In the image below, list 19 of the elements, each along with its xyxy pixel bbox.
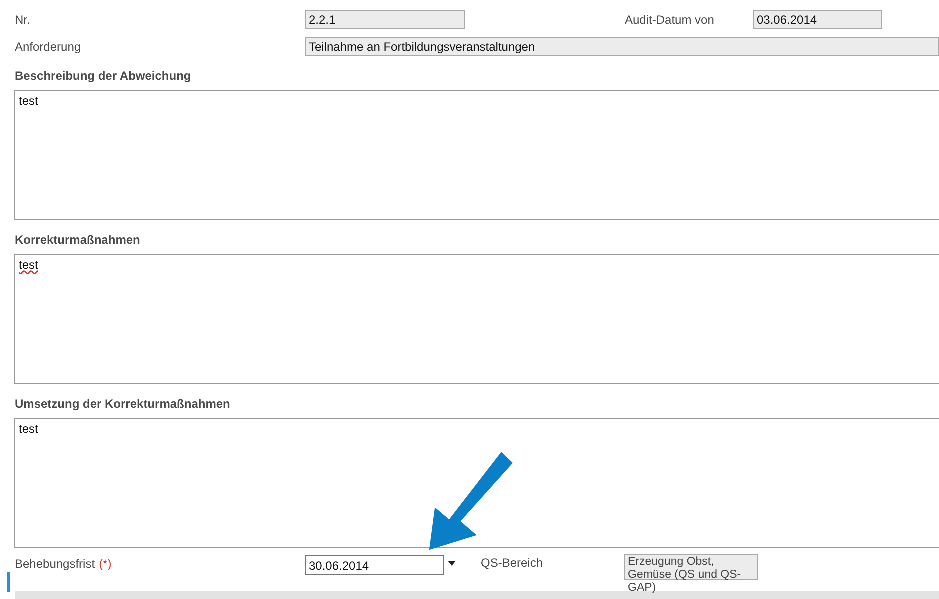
text-area[interactable]: test bbox=[14, 254, 939, 384]
date-field[interactable]: 30.06.2014 bbox=[305, 555, 444, 575]
focus-marker bbox=[7, 572, 10, 592]
field-label: Anforderung bbox=[15, 40, 82, 54]
required-mark: (*) bbox=[99, 557, 112, 571]
field-label: Audit-Datum von bbox=[625, 12, 716, 26]
number-field[interactable]: 2.2.1 bbox=[305, 10, 465, 29]
text-area[interactable]: test bbox=[14, 90, 939, 220]
dropdown-caret-icon[interactable] bbox=[448, 561, 456, 566]
section-heading: Umsetzung der Korrekturmaßnahmen bbox=[15, 397, 232, 411]
field-label: QS-Bereich bbox=[481, 556, 544, 570]
section-heading: Beschreibung der Abweichung bbox=[15, 69, 192, 83]
field-label: Behebungsfrist bbox=[15, 557, 96, 571]
requirement-field[interactable]: Teilnahme an Fortbildungsveranstaltungen bbox=[305, 37, 939, 56]
field-label: Nr. bbox=[15, 12, 32, 26]
date-field[interactable]: 03.06.2014 bbox=[753, 10, 882, 29]
text-area[interactable]: test bbox=[14, 418, 939, 548]
section-heading: Korrekturmaßnahmen bbox=[15, 233, 142, 247]
qs-area-field[interactable]: Erzeugung Obst, Gemüse (QS und QS-GAP) bbox=[624, 554, 758, 595]
